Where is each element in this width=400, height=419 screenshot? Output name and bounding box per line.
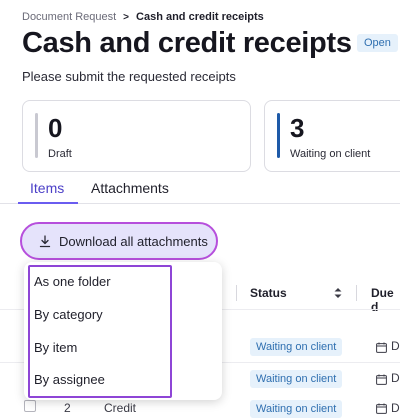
status-badge-waiting-on-client: Waiting on client <box>250 400 343 418</box>
menu-item-by-assignee[interactable]: By assignee <box>34 372 105 387</box>
due-date-value: D <box>391 339 400 353</box>
column-divider <box>356 285 357 301</box>
calendar-icon <box>376 340 387 358</box>
calendar-icon <box>376 372 387 390</box>
stat-value: 0 <box>48 113 63 143</box>
stat-value: 3 <box>290 113 305 143</box>
row-index: 2 <box>64 401 71 415</box>
status-sort-icon[interactable] <box>334 286 342 304</box>
breadcrumb-separator-icon: > <box>123 11 130 23</box>
stat-label: Waiting on client <box>290 148 371 160</box>
stat-label: Draft <box>48 148 72 160</box>
status-badge: Open <box>357 34 398 52</box>
page-title: Cash and credit receipts <box>22 27 352 59</box>
due-date-value: D <box>391 401 400 415</box>
download-icon <box>39 234 51 248</box>
breadcrumb: Document Request > Cash and credit recei… <box>22 11 264 23</box>
stat-card-waiting-on-client[interactable]: 3 Waiting on client <box>264 100 400 172</box>
menu-item-by-item[interactable]: By item <box>34 340 77 355</box>
calendar-icon <box>376 401 387 419</box>
download-all-attachments-button[interactable]: Download all attachments <box>20 222 218 260</box>
breadcrumb-link-document-request[interactable]: Document Request <box>22 11 116 23</box>
status-badge-waiting-on-client: Waiting on client <box>250 338 343 356</box>
column-divider <box>236 285 237 301</box>
status-badge-waiting-on-client: Waiting on client <box>250 370 343 388</box>
page-subtitle: Please submit the requested receipts <box>22 69 236 84</box>
menu-item-by-category[interactable]: By category <box>34 307 103 322</box>
row-checkbox[interactable] <box>24 400 36 412</box>
stat-card-draft[interactable]: 0 Draft <box>22 100 251 172</box>
stat-indicator-bar <box>277 113 280 158</box>
due-date-value: D <box>391 371 400 385</box>
download-button-label: Download all attachments <box>59 233 208 249</box>
active-tab-indicator <box>18 202 78 204</box>
menu-item-as-one-folder[interactable]: As one folder <box>34 274 111 289</box>
column-header-status[interactable]: Status <box>250 286 287 300</box>
stat-indicator-bar <box>35 113 38 158</box>
tab-attachments[interactable]: Attachments <box>91 180 169 196</box>
row-item-name[interactable]: Credit <box>104 401 136 415</box>
breadcrumb-current: Cash and credit receipts <box>136 11 264 23</box>
tab-items[interactable]: Items <box>30 180 64 196</box>
